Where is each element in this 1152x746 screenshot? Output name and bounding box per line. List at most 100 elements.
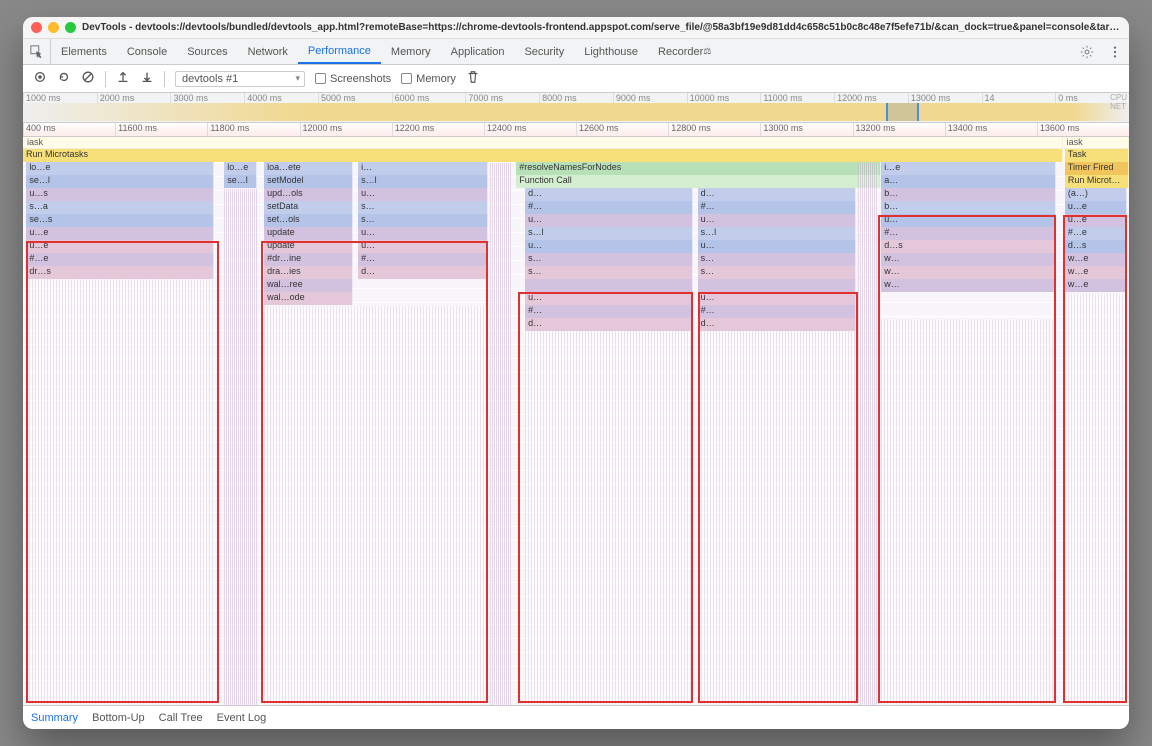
- flame-frame[interactable]: setData: [264, 201, 352, 214]
- flame-frame[interactable]: u…e: [26, 240, 214, 253]
- screenshots-checkbox[interactable]: Screenshots: [315, 73, 391, 85]
- flame-frame[interactable]: w…e: [1065, 279, 1127, 292]
- flame-frame[interactable]: s…: [698, 253, 856, 266]
- tab-security[interactable]: Security: [514, 39, 574, 64]
- clear-button[interactable]: [81, 70, 95, 87]
- flame-frame[interactable]: d…: [525, 188, 693, 201]
- flame-frame[interactable]: u…: [525, 240, 693, 253]
- flame-frame[interactable]: se…s: [26, 214, 214, 227]
- details-tab-summary[interactable]: Summary: [31, 712, 78, 724]
- flame-frame[interactable]: [525, 279, 693, 292]
- flame-frame[interactable]: upd…ols: [264, 188, 352, 201]
- tab-lighthouse[interactable]: Lighthouse: [574, 39, 648, 64]
- flame-frame[interactable]: s…l: [698, 227, 856, 240]
- flame-frame[interactable]: u…e: [1065, 201, 1127, 214]
- flame-frame[interactable]: s…: [525, 266, 693, 279]
- flame-frame[interactable]: s…l: [525, 227, 693, 240]
- flame-frame[interactable]: u…: [525, 214, 693, 227]
- flame-frame[interactable]: s…: [525, 253, 693, 266]
- flame-frame[interactable]: d…: [698, 318, 856, 331]
- memory-checkbox[interactable]: Memory: [401, 73, 456, 85]
- flame-frame[interactable]: d…s: [1065, 240, 1127, 253]
- flame-frame[interactable]: #…: [525, 305, 693, 318]
- details-tab-bottom-up[interactable]: Bottom-Up: [92, 712, 145, 724]
- flame-frame[interactable]: w…: [881, 279, 1056, 292]
- flame-frame[interactable]: #…: [358, 253, 487, 266]
- flame-frame[interactable]: set…ols: [264, 214, 352, 227]
- tab-console[interactable]: Console: [117, 39, 177, 64]
- flame-frame[interactable]: dra…ies: [264, 266, 352, 279]
- flame-frame[interactable]: u…s: [26, 188, 214, 201]
- flame-frame[interactable]: #…e: [26, 253, 214, 266]
- target-dropdown[interactable]: devtools #1: [175, 71, 305, 87]
- tab-sources[interactable]: Sources: [177, 39, 237, 64]
- details-tab-event-log[interactable]: Event Log: [217, 712, 267, 724]
- flame-frame[interactable]: [698, 279, 856, 292]
- flame-frame[interactable]: lo…e: [224, 162, 257, 175]
- flame-frame[interactable]: d…s: [881, 240, 1056, 253]
- close-window-button[interactable]: [31, 22, 42, 33]
- flame-frame[interactable]: i…e: [881, 162, 1056, 175]
- tab-elements[interactable]: Elements: [51, 39, 117, 64]
- record-button[interactable]: [33, 70, 47, 87]
- flame-frame[interactable]: wal…ode: [264, 292, 352, 305]
- download-button[interactable]: [140, 70, 154, 87]
- reload-record-button[interactable]: [57, 70, 71, 87]
- upload-button[interactable]: [116, 70, 130, 87]
- flame-frame[interactable]: update: [264, 240, 352, 253]
- flame-frame[interactable]: d…: [698, 188, 856, 201]
- tab-performance[interactable]: Performance: [298, 39, 381, 64]
- flame-chart[interactable]: Run Microtasks Task Timer Fired Run Micr…: [23, 149, 1129, 705]
- flame-frame[interactable]: #…: [881, 227, 1056, 240]
- flame-frame[interactable]: wal…ree: [264, 279, 352, 292]
- flame-frame[interactable]: u…: [358, 188, 487, 201]
- flame-frame[interactable]: setModel: [264, 175, 352, 188]
- flame-frame[interactable]: lo…e: [26, 162, 214, 175]
- flame-frame[interactable]: u…: [525, 292, 693, 305]
- flame-frame[interactable]: loa…ete: [264, 162, 352, 175]
- flame-frame[interactable]: i…: [358, 162, 487, 175]
- tab-memory[interactable]: Memory: [381, 39, 441, 64]
- flame-frame[interactable]: #…: [698, 201, 856, 214]
- flame-frame[interactable]: s…l: [358, 175, 487, 188]
- maximize-window-button[interactable]: [65, 22, 76, 33]
- inspect-element-button[interactable]: [23, 39, 51, 64]
- flame-frame[interactable]: b…: [881, 201, 1056, 214]
- flame-frame[interactable]: s…: [358, 201, 487, 214]
- flame-frame[interactable]: #…: [698, 305, 856, 318]
- trash-button[interactable]: [466, 70, 480, 87]
- flame-frame[interactable]: w…: [881, 266, 1056, 279]
- minimize-window-button[interactable]: [48, 22, 59, 33]
- flame-frame[interactable]: #…e: [1065, 227, 1127, 240]
- flame-frame[interactable]: u…: [698, 240, 856, 253]
- flame-frame[interactable]: u…: [358, 227, 487, 240]
- flame-frame[interactable]: u…: [881, 214, 1056, 227]
- flame-frame[interactable]: d…: [358, 266, 487, 279]
- flame-frame[interactable]: s…: [698, 266, 856, 279]
- flame-frame[interactable]: s…: [358, 214, 487, 227]
- timeline-overview[interactable]: 1000 ms2000 ms3000 ms4000 ms5000 ms6000 …: [23, 93, 1129, 123]
- settings-button[interactable]: [1073, 45, 1101, 59]
- flame-frame[interactable]: w…e: [1065, 253, 1127, 266]
- flame-frame[interactable]: u…: [698, 292, 856, 305]
- tab-network[interactable]: Network: [238, 39, 298, 64]
- details-tab-call-tree[interactable]: Call Tree: [159, 712, 203, 724]
- flame-frame[interactable]: #dr…ine: [264, 253, 352, 266]
- flame-frame[interactable]: s…a: [26, 201, 214, 214]
- tab-recorder[interactable]: Recorder ⚖: [648, 39, 721, 64]
- flame-frame[interactable]: (a…): [1065, 188, 1127, 201]
- flame-frame[interactable]: w…e: [1065, 266, 1127, 279]
- tab-application[interactable]: Application: [441, 39, 515, 64]
- flame-frame[interactable]: u…e: [1065, 214, 1127, 227]
- flame-frame[interactable]: se…l: [224, 175, 257, 188]
- flame-frame[interactable]: #…: [525, 201, 693, 214]
- flame-frame[interactable]: u…: [358, 240, 487, 253]
- flame-frame[interactable]: u…: [698, 214, 856, 227]
- flame-frame[interactable]: dr…s: [26, 266, 214, 279]
- flame-frame[interactable]: b…: [881, 188, 1056, 201]
- flame-frame[interactable]: u…e: [26, 227, 214, 240]
- flame-frame[interactable]: d…: [525, 318, 693, 331]
- flame-frame[interactable]: update: [264, 227, 352, 240]
- more-button[interactable]: [1101, 45, 1129, 59]
- flame-frame[interactable]: se…l: [26, 175, 214, 188]
